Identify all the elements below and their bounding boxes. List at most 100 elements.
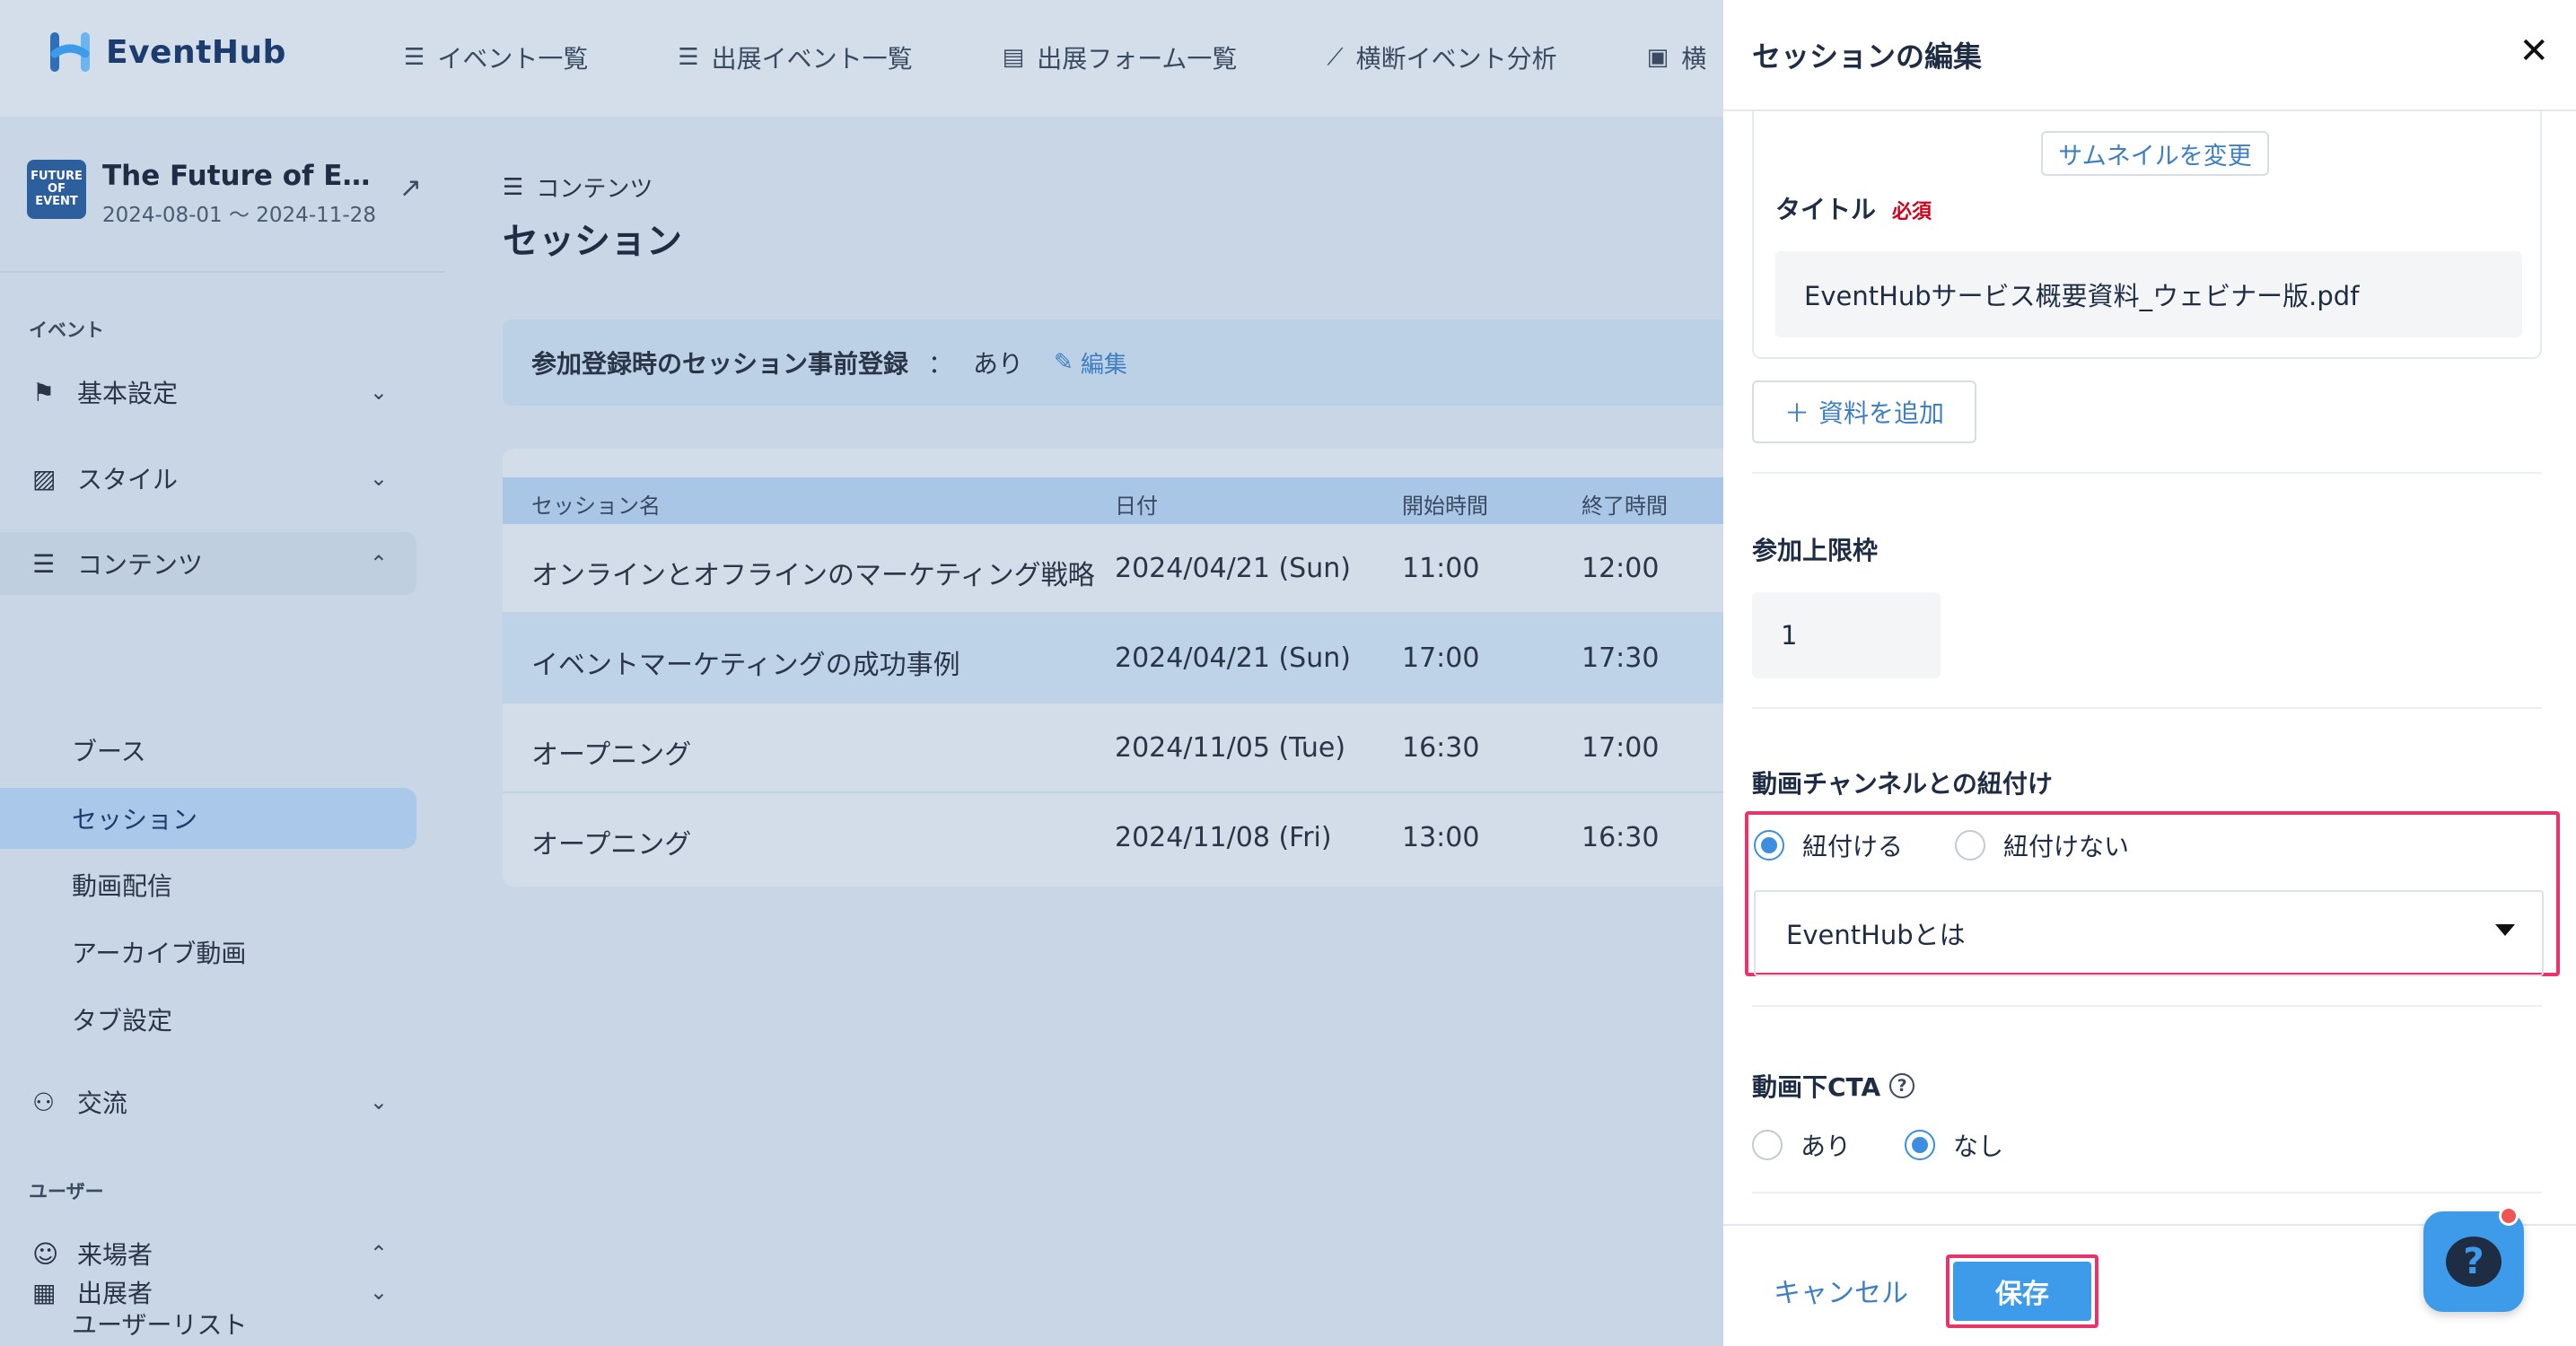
save-button[interactable]: 保存: [1953, 1262, 2091, 1321]
select-value: EventHubとは: [1786, 920, 1966, 950]
sidebar-item-booth[interactable]: ブース: [0, 720, 416, 781]
close-icon[interactable]: ✕: [2519, 31, 2549, 72]
cancel-button[interactable]: キャンセル: [1774, 1271, 1908, 1310]
cta-label: 動画下CTA?: [1752, 1068, 1915, 1104]
sidebar-item-style[interactable]: ▨ スタイル ⌄: [0, 447, 416, 510]
section-event: イベント: [29, 319, 104, 341]
panel-title: セッションの編集: [1752, 39, 1983, 74]
divider: [1752, 1192, 2542, 1193]
add-document-button[interactable]: ＋ 資料を追加: [1752, 380, 1976, 443]
session-start: 16:30: [1402, 732, 1480, 764]
session-date: 2024/11/08 (Fri): [1115, 822, 1332, 853]
chevron-up-icon: ⌃: [369, 551, 388, 576]
chevron-down-icon: ⌄: [369, 466, 388, 491]
sidebar-item-label: アーカイブ動画: [72, 939, 247, 968]
list-icon: ☰: [32, 548, 56, 579]
sidebar-item-contents[interactable]: ☰ コンテンツ ⌃: [0, 532, 416, 595]
column-header[interactable]: 終了時間: [1582, 488, 1668, 520]
event-card: FUTURE OF EVENT The Future of Eve… 2024-…: [27, 160, 422, 228]
building-icon: ▦: [32, 1277, 57, 1307]
session-date: 2024/11/05 (Tue): [1115, 732, 1346, 764]
session-edit-panel: セッションの編集 ✕ サムネイルを変更 タイトル 必須 EventHubサービス概…: [1723, 0, 2576, 1346]
nav-exhibit-form-list[interactable]: ▤ 出展フォーム一覧: [1003, 39, 1238, 75]
sidebar-item-label: 交流: [77, 1088, 128, 1118]
sidebar-item-label: 動画配信: [72, 871, 173, 901]
sidebar-item-label: タブ設定: [72, 1006, 173, 1036]
form-icon: ▤: [1002, 44, 1025, 71]
session-name: イベントマーケティングの成功事例: [531, 650, 960, 681]
table-header: セッション名 日付 開始時間 終了時間: [503, 477, 1849, 524]
edit-link[interactable]: ✎ 編集: [1054, 346, 1127, 380]
app-logo[interactable]: EventHub: [47, 27, 286, 77]
sidebar-item-video[interactable]: 動画配信: [0, 854, 416, 915]
session-end: 16:30: [1582, 822, 1660, 853]
radio-label: 紐付ける: [1802, 832, 1904, 861]
document-title-input[interactable]: EventHubサービス概要資料_ウェビナー版.pdf: [1775, 251, 2522, 337]
help-icon[interactable]: ?: [1889, 1073, 1915, 1098]
id-card-icon: ▣: [1646, 44, 1669, 71]
caret-down-icon: [2495, 924, 2515, 936]
table-row[interactable]: オンラインとオフラインのマーケティング戦略 2024/04/21 (Sun) 1…: [503, 524, 1849, 614]
sidebar-item-exchange[interactable]: ⚇ 交流 ⌄: [0, 1071, 416, 1133]
sidebar-item-tabs[interactable]: タブ設定: [0, 989, 416, 1050]
divider: [1752, 472, 2542, 474]
table-row[interactable]: オープニング 2024/11/08 (Fri) 13:00 16:30: [503, 793, 1849, 883]
radio-checked-icon: [1754, 830, 1784, 861]
video-channel-select[interactable]: EventHubとは: [1754, 890, 2544, 976]
help-chat-button[interactable]: ?: [2423, 1206, 2524, 1312]
label-text: タイトル: [1775, 195, 1877, 224]
change-thumbnail-button[interactable]: サムネイルを変更: [2041, 131, 2269, 176]
add-document-label: 資料を追加: [1818, 398, 1945, 428]
radio-no-link[interactable]: 紐付けない: [1955, 827, 2129, 863]
external-link-icon[interactable]: ↗: [399, 172, 422, 204]
label-text: 動画下CTA: [1752, 1072, 1881, 1102]
radio-cta-no[interactable]: なし: [1905, 1127, 2003, 1163]
capacity-label: 参加上限枠: [1752, 536, 1879, 565]
event-thumbnail: FUTURE OF EVENT: [27, 160, 86, 219]
session-table: セッション名 日付 開始時間 終了時間 オンラインとオフラインのマーケティング戦…: [503, 449, 1849, 887]
document-card: サムネイルを変更 タイトル 必須 EventHubサービス概要資料_ウェビナー版.…: [1752, 111, 2542, 359]
chart-icon: ⟋: [1327, 43, 1344, 71]
flag-icon: ⚑: [32, 377, 56, 407]
radio-label: 紐付けない: [2003, 832, 2130, 861]
event-dates: 2024-08-01 ～ 2024-11-28: [102, 204, 376, 227]
nav-label: 横断イベント分析: [1355, 44, 1557, 74]
plus-icon: ＋: [1783, 398, 1809, 428]
list-icon: ☰: [678, 44, 699, 71]
nav-exhibit-event-list[interactable]: ☰ 出展イベント一覧: [678, 39, 912, 75]
sidebar-divider: [0, 271, 445, 273]
table-row[interactable]: イベントマーケティングの成功事例 2024/04/21 (Sun) 17:00 …: [503, 614, 1849, 704]
nav-label: 出展イベント一覧: [711, 44, 913, 74]
nav-cross-analysis[interactable]: ⟋ 横断イベント分析: [1327, 39, 1556, 75]
column-header[interactable]: セッション名: [531, 488, 661, 520]
column-header[interactable]: 開始時間: [1402, 488, 1488, 520]
sidebar-item-label: 基本設定: [77, 379, 179, 408]
radio-link[interactable]: 紐付ける: [1754, 827, 1903, 863]
nav-event-list[interactable]: ☰ イベント一覧: [404, 39, 588, 75]
sidebar-item-archive[interactable]: アーカイブ動画: [0, 922, 416, 983]
top-nav: ☰ イベント一覧 ☰ 出展イベント一覧 ▤ 出展フォーム一覧 ⟋ 横断イベント分析 ▣ 横: [404, 39, 1796, 75]
capacity-input[interactable]: 1: [1752, 592, 1941, 678]
table-row[interactable]: オープニング 2024/11/05 (Tue) 16:30 17:00: [503, 704, 1849, 793]
info-value: あり: [973, 349, 1024, 379]
session-start: 11:00: [1402, 553, 1480, 584]
radio-unchecked-icon: [1752, 1130, 1783, 1160]
eventhub-logo-icon: [50, 32, 90, 72]
sidebar-item-session[interactable]: セッション: [0, 788, 416, 849]
nav-cross-other[interactable]: ▣ 横: [1647, 39, 1707, 75]
session-date: 2024/04/21 (Sun): [1115, 642, 1351, 674]
sidebar-item-exhibitor[interactable]: ▦ 出展者 ⌄: [0, 1261, 416, 1324]
radio-cta-yes[interactable]: あり: [1752, 1127, 1851, 1163]
info-label: 参加登録時のセッション事前登録: [531, 349, 909, 379]
session-end: 12:00: [1582, 553, 1660, 584]
preregistration-info: 参加登録時のセッション事前登録 ： あり ✎ 編集: [503, 319, 1849, 406]
video-channel-label: 動画チャンネルとの紐付け: [1752, 769, 2053, 799]
sidebar-item-basic[interactable]: ⚑ 基本設定 ⌄: [0, 361, 416, 424]
list-icon: ☰: [503, 173, 524, 201]
info-separator: ：: [928, 349, 954, 379]
people-icon: ⚇: [32, 1087, 56, 1117]
nav-label: イベント一覧: [437, 44, 589, 74]
column-header[interactable]: 日付: [1115, 488, 1158, 520]
radio-label: なし: [1953, 1132, 2004, 1161]
breadcrumb-label[interactable]: コンテンツ: [536, 170, 653, 204]
